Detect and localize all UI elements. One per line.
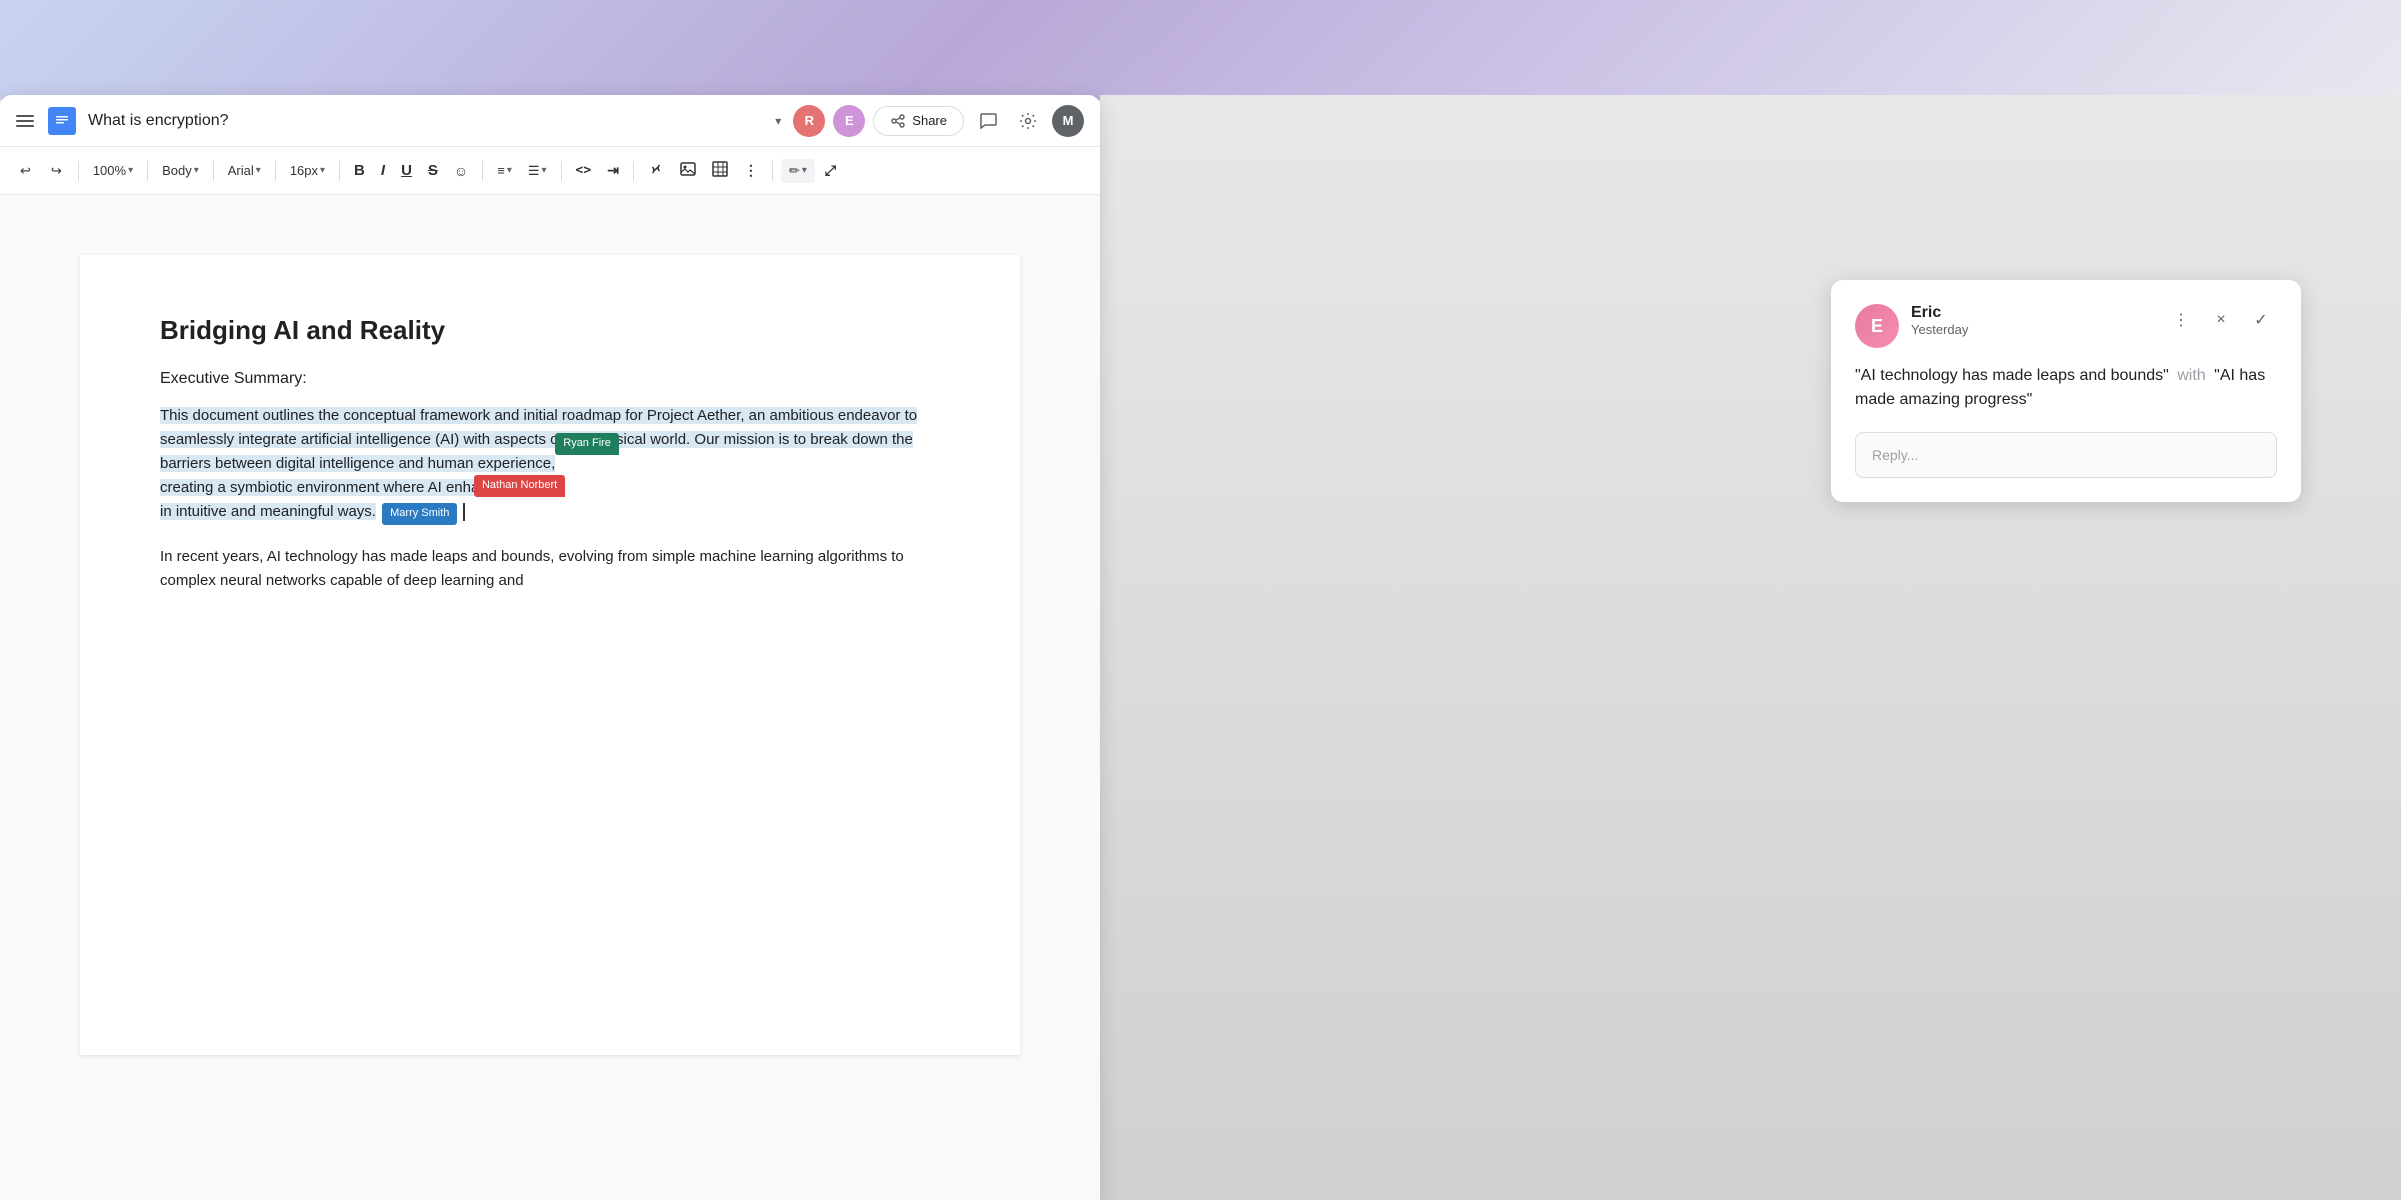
link-button[interactable]	[642, 157, 670, 184]
undo-icon: ↩	[20, 163, 31, 179]
section-title: Executive Summary:	[160, 370, 940, 388]
comment-close-button[interactable]: ×	[2205, 304, 2237, 336]
style-chevron: ▾	[194, 165, 199, 176]
style-dropdown[interactable]: Body ▾	[156, 160, 205, 181]
comment-body: "AI technology has made leaps and bounds…	[1855, 364, 2277, 412]
paragraph-2: In recent years, AI technology has made …	[160, 545, 940, 593]
fontsize-chevron: ▾	[320, 165, 325, 176]
comment-resolve-button[interactable]: ✓	[2245, 304, 2277, 336]
list-chevron: ▾	[542, 165, 547, 176]
separator-3	[213, 161, 214, 181]
font-dropdown[interactable]: Arial ▾	[222, 160, 267, 181]
document-window: What is encryption? ▾ R E Share	[0, 95, 1100, 1200]
font-label: Arial	[228, 163, 254, 178]
comment-time: Yesterday	[1911, 322, 2153, 337]
highlighted-text-3: in intuitive and meaningful ways.	[160, 503, 376, 520]
comment-header: E Eric Yesterday ⋮ × ✓	[1855, 304, 2277, 348]
settings-icon-btn[interactable]	[1012, 105, 1044, 137]
share-icon	[890, 113, 906, 129]
separator-6	[482, 161, 483, 181]
separator-1	[78, 161, 79, 181]
redo-icon: ↪	[51, 163, 62, 179]
separator-2	[147, 161, 148, 181]
table-button[interactable]	[706, 157, 734, 184]
document-title[interactable]: What is encryption?	[88, 112, 763, 130]
menu-icon[interactable]	[16, 111, 36, 131]
document-page: Bridging AI and Reality Executive Summar…	[80, 255, 1020, 1055]
share-button[interactable]: Share	[873, 106, 964, 136]
separator-9	[772, 161, 773, 181]
fontsize-dropdown[interactable]: 16px ▾	[284, 160, 331, 181]
align-chevron: ▾	[507, 165, 512, 176]
list-dropdown[interactable]: ☰ ▾	[522, 160, 553, 182]
redo-button[interactable]: ↪	[43, 159, 70, 183]
comment-card: E Eric Yesterday ⋮ × ✓ "AI technology ha…	[1831, 280, 2301, 502]
font-chevron: ▾	[256, 165, 261, 176]
comment-old-text: "AI technology has made leaps and bounds…	[1855, 367, 2169, 384]
comment-avatar: E	[1855, 304, 1899, 348]
comment-avatar-letter: E	[1871, 316, 1883, 337]
comment-meta: Eric Yesterday	[1911, 304, 2153, 337]
separator-8	[633, 161, 634, 181]
marry-cursor-area: Marry Smith	[382, 500, 457, 525]
background-gradient	[0, 0, 2401, 100]
docs-icon	[48, 107, 76, 135]
zoom-dropdown[interactable]: 100% ▾	[87, 160, 139, 181]
check-icon: ✓	[2254, 310, 2267, 330]
comment-icon-btn[interactable]	[972, 105, 1004, 137]
toolbar: ↩ ↪ 100% ▾ Body ▾ Arial ▾ 16px ▾ B I U S	[0, 147, 1100, 195]
comment-actions: ⋮ × ✓	[2165, 304, 2277, 336]
expand-button[interactable]: ⤢	[819, 158, 842, 183]
right-panel-background	[1100, 95, 2401, 1200]
avatar-m[interactable]: M	[1052, 105, 1084, 137]
share-label: Share	[912, 113, 947, 128]
list-icon: ☰	[528, 163, 540, 179]
ryan-cursor-label: Ryan Fire	[555, 433, 619, 455]
style-label: Body	[162, 163, 192, 178]
pencil-icon: ✏	[789, 163, 800, 179]
emoji-button[interactable]: ☺	[448, 159, 474, 183]
fontsize-label: 16px	[290, 163, 318, 178]
comment-reply-box[interactable]: Reply...	[1855, 432, 2277, 478]
strikethrough-button[interactable]: S	[422, 158, 444, 183]
zoom-chevron: ▾	[128, 165, 133, 176]
document-content[interactable]: Bridging AI and Reality Executive Summar…	[0, 195, 1100, 1200]
title-bar: What is encryption? ▾ R E Share	[0, 95, 1100, 147]
title-bar-right: R E Share	[793, 105, 1084, 137]
align-icon: ≡	[497, 163, 505, 178]
comment-author: Eric	[1911, 304, 2153, 322]
separator-4	[275, 161, 276, 181]
close-icon: ×	[2216, 311, 2225, 329]
highlight-chevron: ▾	[802, 165, 807, 176]
avatar-e[interactable]: E	[833, 105, 865, 137]
separator-7	[561, 161, 562, 181]
paragraph-1: This document outlines the conceptual fr…	[160, 404, 940, 525]
highlight-dropdown[interactable]: ✏ ▾	[781, 159, 815, 183]
separator-5	[339, 161, 340, 181]
comment-more-button[interactable]: ⋮	[2165, 304, 2197, 336]
nathan-cursor-label: Nathan Norbert	[474, 475, 565, 497]
bold-button[interactable]: B	[348, 158, 371, 183]
indent-button[interactable]: ⇥	[601, 158, 625, 183]
code-button[interactable]: <>	[570, 159, 598, 182]
more-options-button[interactable]: ⋮	[738, 158, 764, 183]
text-cursor	[463, 503, 465, 521]
document-heading: Bridging AI and Reality	[160, 315, 940, 346]
reply-placeholder: Reply...	[1872, 447, 1918, 463]
italic-button[interactable]: I	[375, 158, 391, 183]
underline-button[interactable]: U	[395, 158, 418, 183]
align-dropdown[interactable]: ≡ ▾	[491, 160, 518, 181]
gear-icon	[1019, 112, 1037, 130]
image-button[interactable]	[674, 157, 702, 184]
zoom-label: 100%	[93, 163, 126, 178]
marry-cursor-label: Marry Smith	[382, 503, 457, 525]
undo-button[interactable]: ↩	[12, 159, 39, 183]
title-dropdown-arrow[interactable]: ▾	[775, 114, 781, 128]
comment-connector: with	[2177, 367, 2210, 384]
more-icon: ⋮	[2173, 310, 2189, 330]
avatar-r[interactable]: R	[793, 105, 825, 137]
highlighted-text: This document outlines the conceptual fr…	[160, 407, 917, 472]
